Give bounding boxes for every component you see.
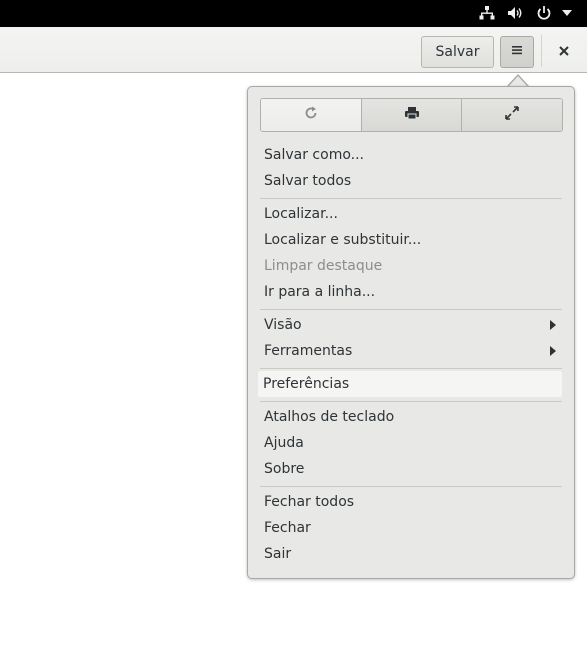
menu-divider — [260, 198, 562, 199]
menu-item-keyboard-shortcuts[interactable]: Atalhos de teclado — [264, 406, 394, 428]
menu-item-help[interactable]: Ajuda — [264, 432, 304, 454]
menu-item-save-as[interactable]: Salvar como... — [264, 144, 364, 166]
menu-item-about[interactable]: Sobre — [264, 458, 304, 480]
submenu-arrow-icon — [550, 320, 556, 330]
close-button[interactable] — [552, 40, 576, 64]
menu-item-find-replace[interactable]: Localizar e substituir... — [264, 229, 421, 251]
close-icon — [559, 44, 569, 60]
save-button[interactable]: Salvar — [421, 36, 494, 68]
header-bar: Salvar — [0, 27, 587, 73]
app-menu-popover: Salvar como... Salvar todos Localizar...… — [247, 86, 575, 579]
menu-item-clear-highlight: Limpar destaque — [264, 258, 383, 274]
menu-divider — [260, 401, 562, 402]
menu-divider — [260, 309, 562, 310]
menu-item-view[interactable]: Visão — [264, 314, 560, 336]
submenu-arrow-icon — [550, 346, 556, 356]
print-button[interactable] — [361, 99, 463, 131]
menu-item-find[interactable]: Localizar... — [264, 203, 338, 225]
menu-item-quit[interactable]: Sair — [264, 543, 291, 565]
menu-button[interactable] — [500, 36, 534, 68]
system-top-bar — [0, 0, 587, 27]
reload-icon — [304, 106, 318, 124]
fullscreen-icon — [505, 106, 519, 124]
reload-button[interactable] — [261, 99, 362, 131]
hamburger-icon — [511, 44, 523, 60]
power-icon[interactable] — [535, 4, 553, 22]
menu-item-view-label: Visão — [264, 317, 302, 333]
menu-item-go-to-line[interactable]: Ir para a linha... — [264, 281, 375, 303]
menu-item-close[interactable]: Fechar — [264, 517, 311, 539]
menu-item-preferences[interactable]: Preferências — [263, 373, 349, 395]
header-separator — [541, 35, 542, 67]
print-icon — [404, 106, 420, 124]
popover-toolbar — [260, 98, 563, 132]
volume-icon[interactable] — [506, 4, 524, 22]
menu-item-tools-label: Ferramentas — [264, 343, 353, 359]
menu-item-save-all[interactable]: Salvar todos — [264, 170, 351, 192]
network-wired-icon[interactable] — [478, 4, 496, 22]
menu-divider — [260, 368, 562, 369]
menu-item-close-all[interactable]: Fechar todos — [264, 491, 354, 513]
menu-item-tools[interactable]: Ferramentas — [264, 340, 560, 362]
chevron-down-icon[interactable] — [560, 4, 574, 22]
fullscreen-button[interactable] — [462, 99, 562, 131]
menu-divider — [260, 486, 562, 487]
